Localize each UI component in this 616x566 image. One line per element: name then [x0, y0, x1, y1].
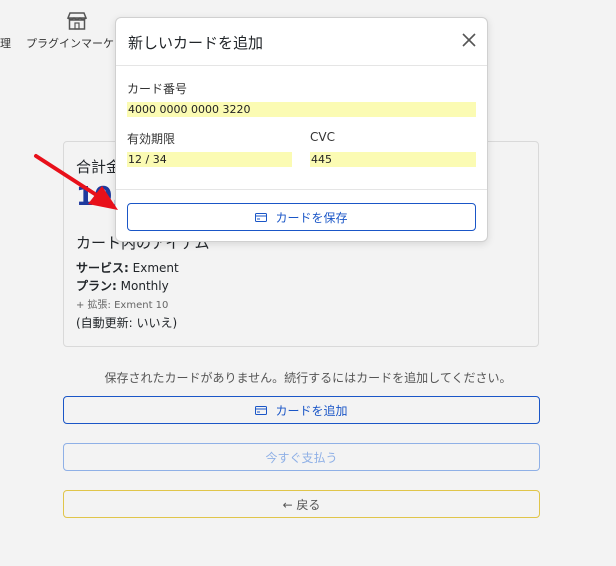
- card-number-input[interactable]: [127, 102, 476, 117]
- pay-now-button[interactable]: 今すぐ支払う: [63, 443, 540, 471]
- extension-line: + 拡張: Exment 10: [76, 300, 169, 311]
- save-card-label: カードを保存: [275, 210, 348, 225]
- add-card-modal: 新しいカードを追加 カード番号 有効期限 CVC カードを保存: [115, 17, 488, 242]
- expiry-input[interactable]: [127, 152, 292, 167]
- credit-card-icon: [255, 212, 268, 222]
- add-card-button[interactable]: カードを追加: [63, 396, 540, 424]
- back-button[interactable]: ← 戻る: [63, 490, 540, 518]
- store-icon[interactable]: [66, 11, 88, 31]
- service-line: サービス: Exment: [76, 259, 179, 276]
- close-icon[interactable]: [461, 32, 477, 48]
- back-label: ← 戻る: [282, 497, 321, 512]
- plan-line: プラン: Monthly: [76, 277, 169, 294]
- card-number-label: カード番号: [127, 82, 188, 96]
- save-card-button[interactable]: カードを保存: [127, 203, 476, 231]
- service-value: Exment: [132, 261, 179, 275]
- service-label: サービス:: [76, 261, 129, 275]
- plan-value: Monthly: [120, 279, 169, 293]
- nav-item-manage[interactable]: 理: [0, 35, 11, 51]
- auto-renew-line: (自動更新: いいえ): [76, 316, 178, 330]
- modal-title: 新しいカードを追加: [128, 34, 264, 52]
- pay-now-label: 今すぐ支払う: [265, 450, 338, 465]
- credit-card-icon: [255, 405, 268, 415]
- modal-header-divider: [116, 65, 487, 66]
- cvc-input[interactable]: [310, 152, 476, 167]
- expiry-label: 有効期限: [127, 132, 176, 146]
- plan-label: プラン:: [76, 279, 117, 293]
- modal-footer-divider: [116, 189, 487, 190]
- add-card-label: カードを追加: [275, 403, 348, 418]
- no-saved-cards-message: 保存されたカードがありません。続行するにはカードを追加してください。: [104, 371, 512, 385]
- cvc-label: CVC: [310, 130, 335, 144]
